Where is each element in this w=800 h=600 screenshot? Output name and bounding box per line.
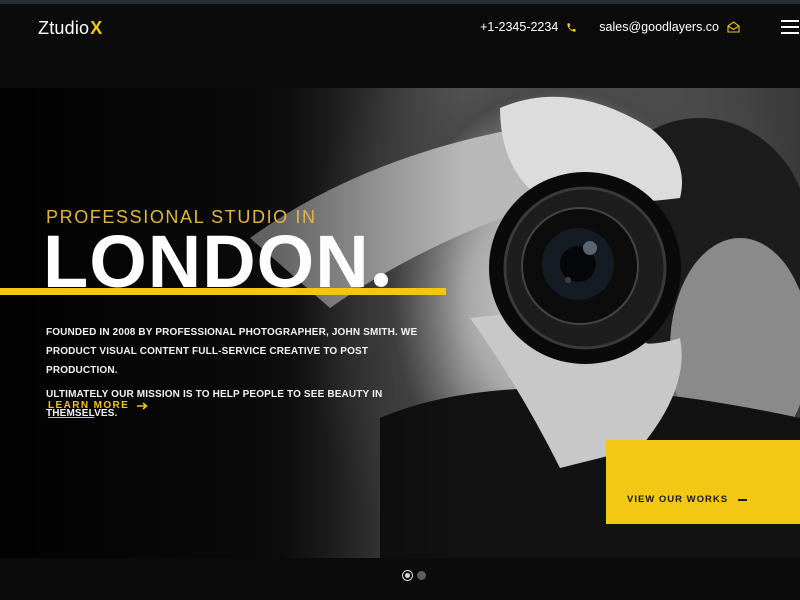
slider-pagination xyxy=(402,570,430,581)
arrow-right-icon xyxy=(137,401,148,410)
view-works-link: VIEW OUR WORKS xyxy=(627,494,748,505)
active-dot-inner xyxy=(405,573,410,578)
phone-number: +1-2345-2234 xyxy=(480,20,559,34)
learn-more-label: LEARN MORE xyxy=(48,400,130,411)
site-header: ZtudioX +1-2345-2234 sales@goodlayers.co xyxy=(0,4,800,54)
dash-icon xyxy=(738,498,748,501)
menu-bar xyxy=(781,26,799,28)
phone-contact[interactable]: +1-2345-2234 xyxy=(480,20,577,34)
email-contact[interactable]: sales@goodlayers.co xyxy=(599,20,740,34)
view-works-label: VIEW OUR WORKS xyxy=(627,494,729,505)
hero-title: LONDON xyxy=(43,225,388,299)
slider-dot-1[interactable] xyxy=(402,570,413,581)
hero-title-text: LONDON xyxy=(43,220,370,303)
envelope-open-icon xyxy=(727,21,740,33)
hero-paragraph-1: FOUNDED IN 2008 BY PROFESSIONAL PHOTOGRA… xyxy=(46,327,418,376)
learn-more-underline xyxy=(48,417,94,418)
menu-bar xyxy=(781,20,799,22)
logo-text: Ztudio xyxy=(38,18,90,38)
menu-bar xyxy=(781,32,799,34)
email-address: sales@goodlayers.co xyxy=(599,20,719,34)
hero-description: FOUNDED IN 2008 BY PROFESSIONAL PHOTOGRA… xyxy=(46,323,426,428)
logo-accent: X xyxy=(90,18,103,38)
slider-dot-2[interactable] xyxy=(417,571,426,580)
learn-more-link[interactable]: LEARN MORE xyxy=(48,400,148,411)
view-works-card[interactable]: VIEW OUR WORKS xyxy=(606,440,800,524)
header-contact: +1-2345-2234 sales@goodlayers.co xyxy=(480,20,740,34)
title-dot xyxy=(373,273,388,287)
logo[interactable]: ZtudioX xyxy=(38,18,102,39)
hamburger-icon[interactable] xyxy=(781,20,799,34)
phone-icon xyxy=(566,22,577,33)
